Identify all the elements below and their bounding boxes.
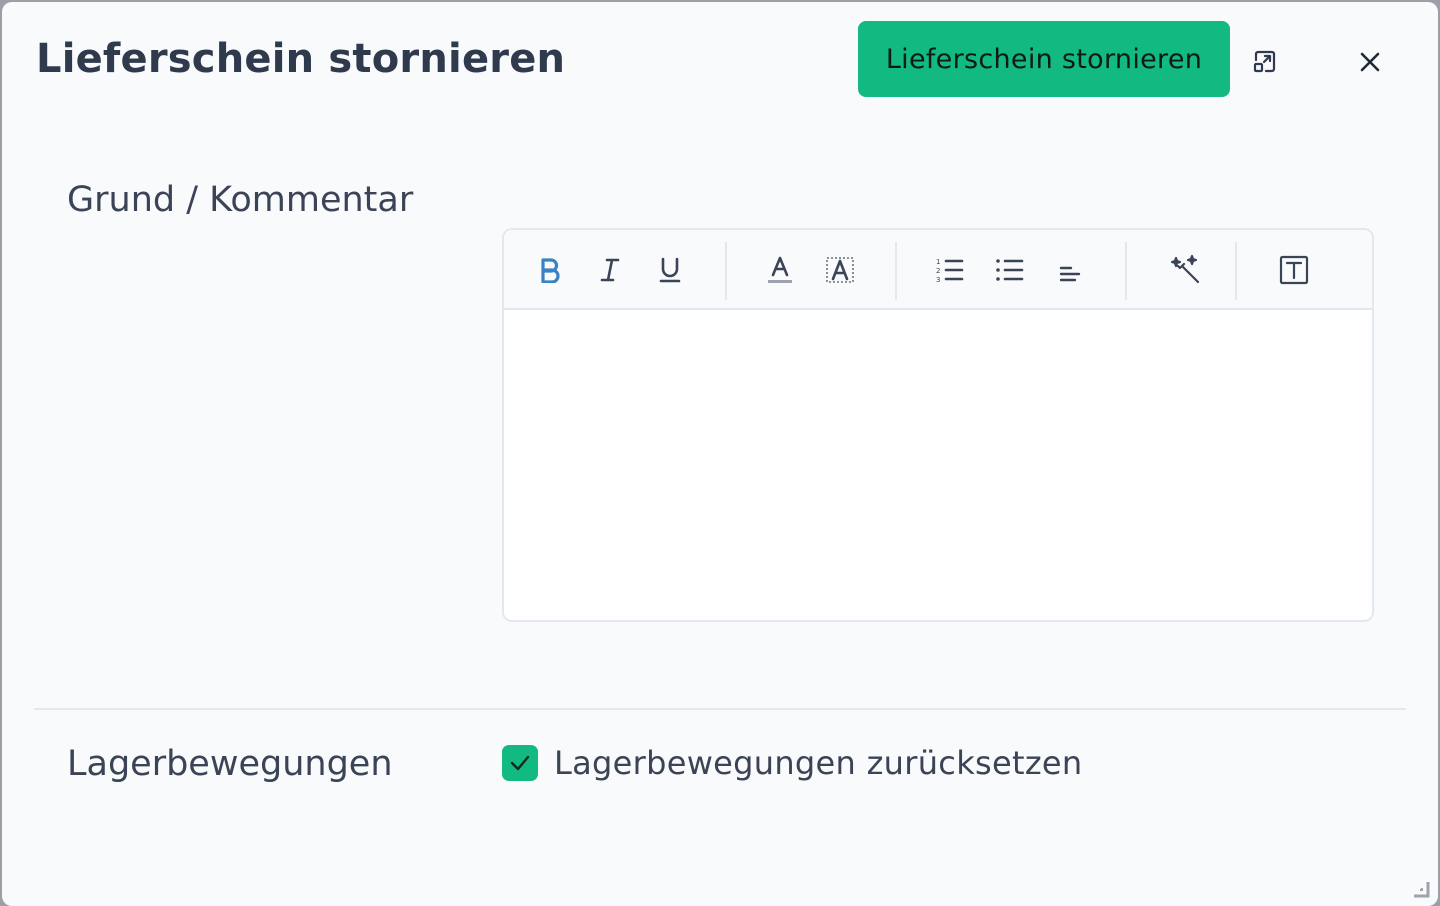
- cancel-delivery-note-dialog: Lieferschein stornieren Lieferschein sto…: [2, 2, 1438, 906]
- expand-button[interactable]: [1247, 45, 1283, 79]
- italic-icon: [600, 258, 620, 282]
- dialog-title: Lieferschein stornieren: [36, 36, 566, 82]
- reset-stock-checkbox-label[interactable]: Lagerbewegungen zurücksetzen: [554, 744, 1083, 782]
- text-color-button[interactable]: [762, 252, 798, 288]
- section-divider: [34, 708, 1406, 710]
- checkmark-icon: [510, 755, 530, 771]
- ordered-list-button[interactable]: 1 2 3: [932, 252, 968, 288]
- align-button[interactable]: [1052, 252, 1088, 288]
- underline-button[interactable]: [652, 252, 688, 288]
- highlight-icon: [826, 257, 854, 283]
- resize-handle-icon[interactable]: [1412, 880, 1430, 898]
- cancel-delivery-note-button[interactable]: Lieferschein stornieren: [858, 21, 1230, 97]
- italic-button[interactable]: [592, 252, 628, 288]
- bold-button[interactable]: [532, 252, 568, 288]
- text-block-button[interactable]: [1276, 252, 1312, 288]
- close-icon: [1360, 52, 1380, 72]
- magic-wand-button[interactable]: [1168, 252, 1204, 288]
- bullet-list-icon: [996, 259, 1024, 281]
- svg-text:2: 2: [936, 267, 940, 275]
- magic-wand-icon: [1170, 254, 1200, 284]
- comment-label: Grund / Kommentar: [67, 180, 414, 220]
- text-color-icon: [768, 256, 792, 283]
- reset-stock-checkbox[interactable]: [502, 745, 538, 781]
- ordered-list-icon: 1 2 3: [936, 258, 964, 284]
- close-button[interactable]: [1352, 45, 1388, 79]
- editor-content[interactable]: [504, 310, 1372, 620]
- svg-text:1: 1: [936, 258, 940, 266]
- underline-icon: [659, 257, 681, 283]
- expand-icon: [1253, 50, 1276, 73]
- text-block-icon: [1279, 255, 1309, 285]
- align-icon: [1059, 266, 1081, 282]
- stock-movements-label: Lagerbewegungen: [67, 744, 393, 784]
- bullet-list-button[interactable]: [992, 252, 1028, 288]
- comment-editor: 1 2 3: [502, 228, 1374, 622]
- bold-icon: [541, 258, 560, 283]
- highlight-button[interactable]: [822, 252, 858, 288]
- svg-text:3: 3: [936, 276, 940, 284]
- editor-toolbar: 1 2 3: [504, 230, 1372, 310]
